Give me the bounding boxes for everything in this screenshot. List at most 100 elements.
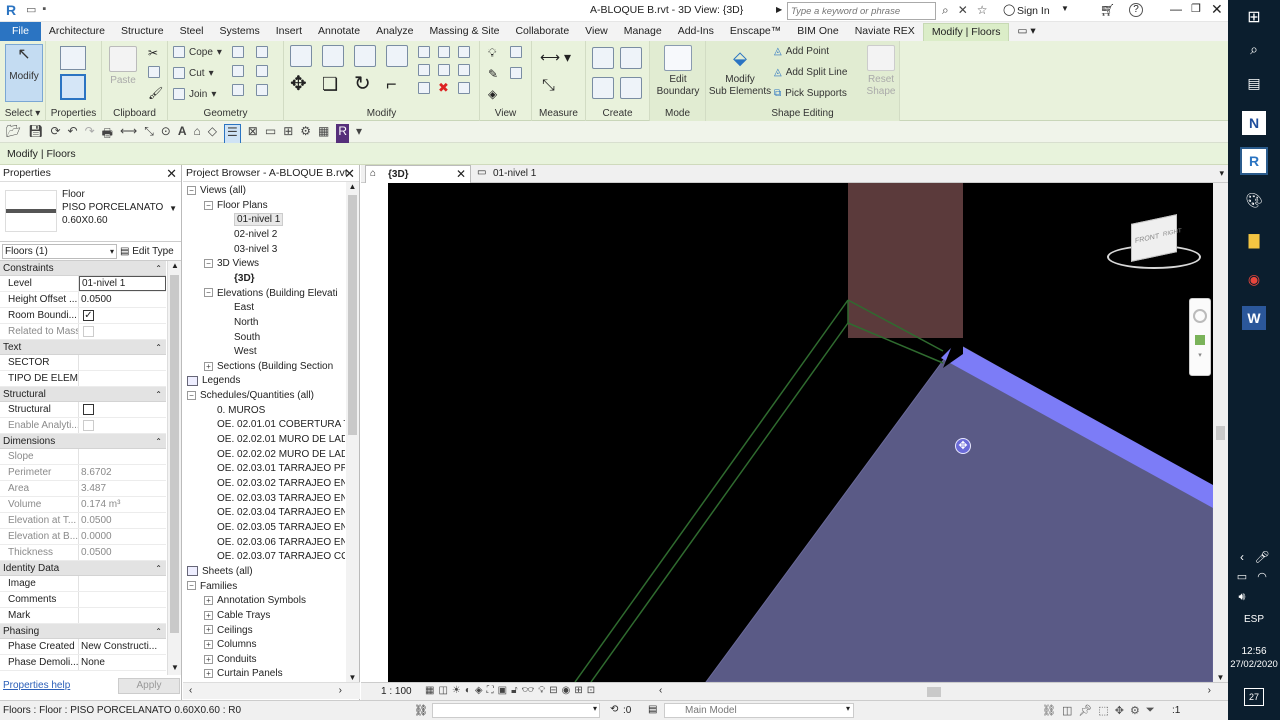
search-input[interactable] bbox=[787, 2, 936, 20]
property-value[interactable] bbox=[79, 371, 166, 386]
task-view-icon[interactable]: ▤ bbox=[1242, 71, 1266, 95]
browser-node[interactable]: − Families bbox=[187, 580, 237, 594]
tab-file[interactable]: File bbox=[0, 22, 41, 41]
expand-node-icon[interactable]: + bbox=[204, 669, 213, 679]
design-option-dropdown[interactable]: Main Model ▾ bbox=[664, 703, 854, 718]
tab-bim-one[interactable]: BIM One bbox=[789, 22, 846, 41]
tab-insert[interactable]: Insert bbox=[268, 22, 310, 41]
property-value[interactable] bbox=[79, 355, 166, 370]
undo-icon[interactable]: ↶ bbox=[68, 124, 78, 145]
visual-style-icon[interactable]: ◫ bbox=[438, 685, 447, 696]
collapse-icon[interactable]: ⌃ bbox=[155, 561, 162, 576]
onenote-icon[interactable]: N bbox=[1242, 111, 1266, 135]
sync-icon[interactable]: ⟳ bbox=[50, 124, 60, 145]
add-point-button[interactable]: ◬ Add Point bbox=[774, 46, 829, 57]
notifications-icon[interactable]: 27 bbox=[1244, 688, 1264, 706]
temp-hide-icon[interactable]: 👓︎ bbox=[522, 685, 535, 696]
collapse-icon[interactable]: ⌃ bbox=[155, 340, 162, 355]
tools-icon[interactable]: ✕ bbox=[958, 3, 968, 18]
properties-help-link[interactable]: Properties help bbox=[3, 680, 70, 691]
trim-icon[interactable]: ⌐ bbox=[386, 73, 414, 95]
match-type-icon[interactable]: 🖌︎ bbox=[148, 86, 163, 100]
add-split-line-button[interactable]: ◬ Add Split Line bbox=[774, 67, 847, 78]
close-window-icon[interactable]: ✕ bbox=[1211, 1, 1223, 18]
browser-node[interactable]: 01-nivel 1 bbox=[221, 213, 284, 227]
unlock-view-icon[interactable]: 🔓︎ bbox=[511, 685, 517, 696]
browser-node[interactable]: + Ceilings bbox=[204, 624, 253, 638]
tab-modify-floors[interactable]: Modify | Floors bbox=[922, 22, 1010, 41]
settings-icon[interactable]: ⚙ bbox=[300, 124, 311, 145]
section-constraints[interactable]: Constraints ⌃ bbox=[0, 261, 166, 276]
create-assembly-icon[interactable] bbox=[592, 47, 614, 69]
crop-view-icon[interactable]: ⛶ bbox=[487, 685, 494, 696]
measure-icon[interactable]: ⟷ ▾ bbox=[540, 49, 571, 66]
view-vscroll[interactable]: ▼ bbox=[1213, 183, 1228, 682]
hide-icon[interactable]: 💡︎ bbox=[488, 46, 506, 61]
text-icon[interactable]: A bbox=[178, 124, 187, 145]
reveal-hidden-icon[interactable]: 💡︎ bbox=[538, 685, 545, 696]
property-value[interactable]: New Constructi... bbox=[79, 639, 166, 654]
wall-joins-icon[interactable] bbox=[232, 65, 244, 77]
copy-element-icon[interactable]: ❏ bbox=[322, 73, 350, 95]
tab-annotate[interactable]: Annotate bbox=[310, 22, 368, 41]
tab-structure[interactable]: Structure bbox=[113, 22, 172, 41]
type-properties-icon[interactable] bbox=[60, 46, 86, 70]
expand-node-icon[interactable]: + bbox=[204, 654, 213, 664]
property-row[interactable]: Phase Demoli... None bbox=[0, 655, 166, 671]
cope-button[interactable]: Cope ▾ bbox=[173, 46, 222, 58]
highlight-icon[interactable]: ◉ bbox=[562, 685, 571, 696]
file-explorer-icon[interactable]: ▇ bbox=[1242, 228, 1266, 252]
unpin-icon[interactable] bbox=[458, 64, 470, 76]
browser-node[interactable]: Legends bbox=[187, 374, 240, 388]
3d-view-canvas[interactable]: ✥ FRONT RIGHT ▾ ▼ bbox=[361, 183, 1228, 682]
switch-windows-icon[interactable]: ▭ bbox=[265, 124, 276, 145]
tab-add-ins[interactable]: Add-Ins bbox=[670, 22, 722, 41]
paint-taskbar-icon[interactable]: 🎨︎ bbox=[1242, 188, 1266, 212]
collapse-node-icon[interactable]: − bbox=[187, 390, 196, 400]
instance-filter[interactable]: Floors (1) ▾ bbox=[2, 244, 117, 259]
tab-massing-site[interactable]: Massing & Site bbox=[421, 22, 507, 41]
property-row[interactable]: Comments bbox=[0, 592, 166, 608]
clock-date[interactable]: 27/02/2020 bbox=[1228, 659, 1280, 670]
expand-node-icon[interactable]: + bbox=[204, 361, 213, 371]
property-row[interactable]: Structural bbox=[0, 402, 166, 418]
background-process-icon[interactable]: ⚙ bbox=[1130, 704, 1140, 717]
property-value[interactable] bbox=[79, 608, 166, 623]
collapse-icon[interactable]: ⌃ bbox=[155, 387, 162, 402]
browser-node[interactable]: 03-nivel 3 bbox=[221, 243, 277, 257]
expand-node-icon[interactable]: + bbox=[204, 640, 213, 649]
property-row[interactable]: SECTOR bbox=[0, 355, 166, 371]
cut-icon[interactable]: ✂ bbox=[148, 46, 158, 60]
property-row[interactable]: Room Boundi... ✓ bbox=[0, 308, 166, 324]
cut-geometry-button[interactable]: Cut ▾ bbox=[173, 67, 214, 79]
steering-wheel-icon[interactable] bbox=[1193, 309, 1207, 323]
nav-menu-icon[interactable]: ▾ bbox=[1190, 351, 1210, 359]
clock-time[interactable]: 12:56 bbox=[1228, 646, 1280, 657]
browser-node[interactable]: 0. MUROS bbox=[204, 404, 265, 418]
apply-button[interactable]: Apply bbox=[118, 678, 180, 694]
line-work-icon[interactable]: ✎ bbox=[488, 67, 506, 81]
align-icon[interactable] bbox=[290, 45, 312, 67]
3d-view-icon[interactable]: ⌂ bbox=[194, 124, 201, 145]
tab-naviate-rex[interactable]: Naviate REX bbox=[847, 22, 923, 41]
browser-node[interactable]: + Cable Trays bbox=[204, 609, 270, 623]
browser-scrollbar[interactable]: ▲ ▼ bbox=[346, 182, 359, 682]
print-icon[interactable]: 🖶︎ bbox=[102, 124, 113, 145]
browser-node[interactable]: OE. 02.01.01 COBERTURA TE bbox=[204, 418, 345, 432]
property-value[interactable]: 0.0500 bbox=[79, 292, 166, 307]
restore-icon[interactable]: ❐ bbox=[1191, 2, 1201, 15]
tab-extra-dropdown[interactable]: ▭ ▾ bbox=[1009, 22, 1043, 41]
property-checkbox[interactable] bbox=[83, 404, 94, 415]
copy-icon[interactable] bbox=[148, 66, 160, 81]
browser-node[interactable]: + Sections (Building Section bbox=[204, 360, 333, 374]
star-icon[interactable]: ☆ bbox=[977, 3, 988, 18]
worksharing-icon[interactable]: ⊟ bbox=[549, 685, 557, 696]
close-properties-icon[interactable]: ✕ bbox=[166, 165, 177, 182]
zoom-icon[interactable] bbox=[1195, 335, 1205, 345]
drag-elements-icon[interactable]: ✥ bbox=[1115, 704, 1124, 717]
search-taskbar-icon[interactable]: ⌕ bbox=[1242, 37, 1266, 61]
view-filter-icon[interactable] bbox=[510, 67, 522, 79]
offset-icon[interactable] bbox=[322, 45, 344, 67]
design-options-icon[interactable]: ▤ bbox=[648, 704, 657, 715]
reveal-constraints-icon[interactable]: ⊡ bbox=[587, 685, 595, 696]
